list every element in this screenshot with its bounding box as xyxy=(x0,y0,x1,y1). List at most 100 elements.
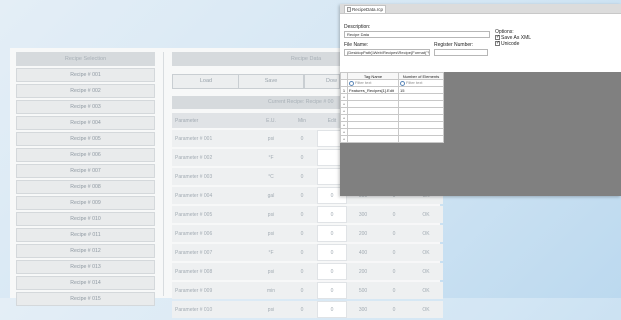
parameter-edit-field[interactable]: 0 xyxy=(317,263,347,280)
grid-tag-name-cell[interactable] xyxy=(347,135,399,143)
recipe-list-item[interactable]: Recipe # 006 xyxy=(16,148,155,162)
parameter-unit: psi xyxy=(255,130,287,147)
parameter-value: 0 xyxy=(379,206,409,223)
parameter-value: 0 xyxy=(379,263,409,280)
recipe-list-item[interactable]: Recipe # 002 xyxy=(16,84,155,98)
recipe-list-item[interactable]: Recipe # 001 xyxy=(16,68,155,82)
recipe-list-item[interactable]: Recipe # 008 xyxy=(16,180,155,194)
parameter-name: Parameter # 009 xyxy=(172,282,255,299)
parameter-min: 0 xyxy=(287,187,317,204)
parameter-name: Parameter # 005 xyxy=(172,206,255,223)
parameter-value: 0 xyxy=(379,244,409,261)
recipe-list-item[interactable]: Recipe # 007 xyxy=(16,164,155,178)
parameter-max: 400 xyxy=(347,244,379,261)
grid-elements-cell[interactable] xyxy=(398,128,444,136)
load-button[interactable]: Load xyxy=(172,74,240,89)
grid-row[interactable]: * xyxy=(340,128,444,136)
parameter-min: 0 xyxy=(287,225,317,242)
parameter-status: OK xyxy=(409,225,443,242)
recipe-list-item[interactable]: Recipe # 013 xyxy=(16,260,155,274)
download-button[interactable]: Dow xyxy=(304,74,340,89)
unicode-checkbox[interactable]: ✓ xyxy=(495,41,500,47)
parameter-edit-field[interactable]: 0 xyxy=(317,225,347,242)
parameter-min: 0 xyxy=(287,244,317,261)
dialog-content: Description: Recipe Data File Name: {Des… xyxy=(340,14,621,196)
grid-tag-name-cell[interactable] xyxy=(347,100,399,108)
grid-tag-name-cell[interactable] xyxy=(347,128,399,136)
grid-tag-name-cell[interactable] xyxy=(347,121,399,129)
grid-elements-cell[interactable]: 15 xyxy=(398,86,444,94)
save-button[interactable]: Save xyxy=(238,74,304,89)
recipe-data-tab[interactable]: RecipeData.rcp × xyxy=(344,5,386,19)
tab-label: RecipeData.rcp xyxy=(352,7,384,12)
parameter-edit-field[interactable]: 0 xyxy=(317,244,347,261)
grid-tag-name-cell[interactable] xyxy=(347,107,399,115)
grid-tag-name-cell[interactable]: Features_Recipes[1].Edit xyxy=(347,86,399,94)
grid-row-marker: * xyxy=(340,121,348,129)
grid-row[interactable]: * xyxy=(340,114,444,122)
recipe-list-item[interactable]: Recipe # 014 xyxy=(16,276,155,290)
parameter-min: 0 xyxy=(287,130,317,147)
grid-row[interactable]: * xyxy=(340,121,444,129)
recipe-list-item[interactable]: Recipe # 004 xyxy=(16,116,155,130)
parameter-edit-field[interactable]: 0 xyxy=(317,206,347,223)
grid-elements-cell[interactable] xyxy=(398,100,444,108)
parameter-row: Parameter # 010 psi 0 0 300 0 OK xyxy=(172,301,443,318)
register-number-label: Register Number: xyxy=(434,42,474,48)
grid-header-tag-name[interactable]: Tag Name xyxy=(347,72,399,80)
parameter-value: 0 xyxy=(379,301,409,318)
header-parameter: Parameter xyxy=(172,113,255,128)
recipe-list-item[interactable]: Recipe # 003 xyxy=(16,100,155,114)
parameter-name: Parameter # 010 xyxy=(172,301,255,318)
parameter-min: 0 xyxy=(287,282,317,299)
parameter-min: 0 xyxy=(287,206,317,223)
parameter-name: Parameter # 003 xyxy=(172,168,255,185)
recipe-list-item[interactable]: Recipe # 012 xyxy=(16,244,155,258)
grid-elements-cell[interactable] xyxy=(398,114,444,122)
recipe-list-item[interactable]: Recipe # 009 xyxy=(16,196,155,210)
parameter-max: 300 xyxy=(347,206,379,223)
parameter-status: OK xyxy=(409,206,443,223)
parameter-edit-field[interactable]: 0 xyxy=(317,301,347,318)
grid-header-number-of-elements[interactable]: Number of Elements xyxy=(398,72,444,80)
parameter-name: Parameter # 004 xyxy=(172,187,255,204)
elements-filter-placeholder: Filter text xyxy=(406,80,423,86)
grid-row-marker: * xyxy=(340,135,348,143)
grid-row[interactable]: * xyxy=(340,107,444,115)
description-field[interactable]: Recipe Data xyxy=(344,31,490,38)
register-number-field[interactable] xyxy=(434,49,488,56)
grid-tag-name-cell[interactable] xyxy=(347,93,399,101)
parameter-max: 200 xyxy=(347,225,379,242)
grid-elements-cell[interactable] xyxy=(398,107,444,115)
grid-elements-cell[interactable] xyxy=(398,135,444,143)
tag-name-filter[interactable]: Filter text xyxy=(347,79,399,87)
grid-tag-name-cell[interactable] xyxy=(347,114,399,122)
recipe-list-item[interactable]: Recipe # 015 xyxy=(16,292,155,306)
recipe-list-item[interactable]: Recipe # 011 xyxy=(16,228,155,242)
parameter-unit: psi xyxy=(255,301,287,318)
parameter-max: 300 xyxy=(347,301,379,318)
parameter-unit: psi xyxy=(255,206,287,223)
parameter-edit-field[interactable]: 0 xyxy=(317,282,347,299)
recipe-list-item[interactable]: Recipe # 010 xyxy=(16,212,155,226)
parameter-row: Parameter # 008 psi 0 0 200 0 OK xyxy=(172,263,443,280)
unicode-option[interactable]: ✓Unicode xyxy=(495,41,519,47)
header-min: Min xyxy=(287,113,317,128)
parameter-status: OK xyxy=(409,301,443,318)
grid-elements-cell[interactable] xyxy=(398,121,444,129)
grid-row[interactable]: * xyxy=(340,93,444,101)
current-recipe-label: Current Recipe: Recipe # 00 xyxy=(268,99,334,105)
tag-grid: Tag Name Number of Elements Filter text … xyxy=(340,72,444,143)
recipe-list-item[interactable]: Recipe # 005 xyxy=(16,132,155,146)
parameter-unit: min xyxy=(255,282,287,299)
grid-elements-cell[interactable] xyxy=(398,93,444,101)
elements-filter[interactable]: Filter text xyxy=(398,79,444,87)
parameter-unit: gal xyxy=(255,187,287,204)
grid-row[interactable]: * xyxy=(340,100,444,108)
grid-row[interactable]: * xyxy=(340,135,444,143)
description-label: Description: xyxy=(344,24,371,30)
file-name-field[interactable]: {DesktopPath}\Web\Recipes\Recipe{Format(… xyxy=(344,49,430,56)
grid-filter-row: Filter text Filter text xyxy=(340,79,444,87)
grid-row[interactable]: 1 Features_Recipes[1].Edit 15 xyxy=(340,86,444,94)
recipe-list: Recipe # 001 Recipe # 002 Recipe # 003 Reci… xyxy=(16,68,155,306)
